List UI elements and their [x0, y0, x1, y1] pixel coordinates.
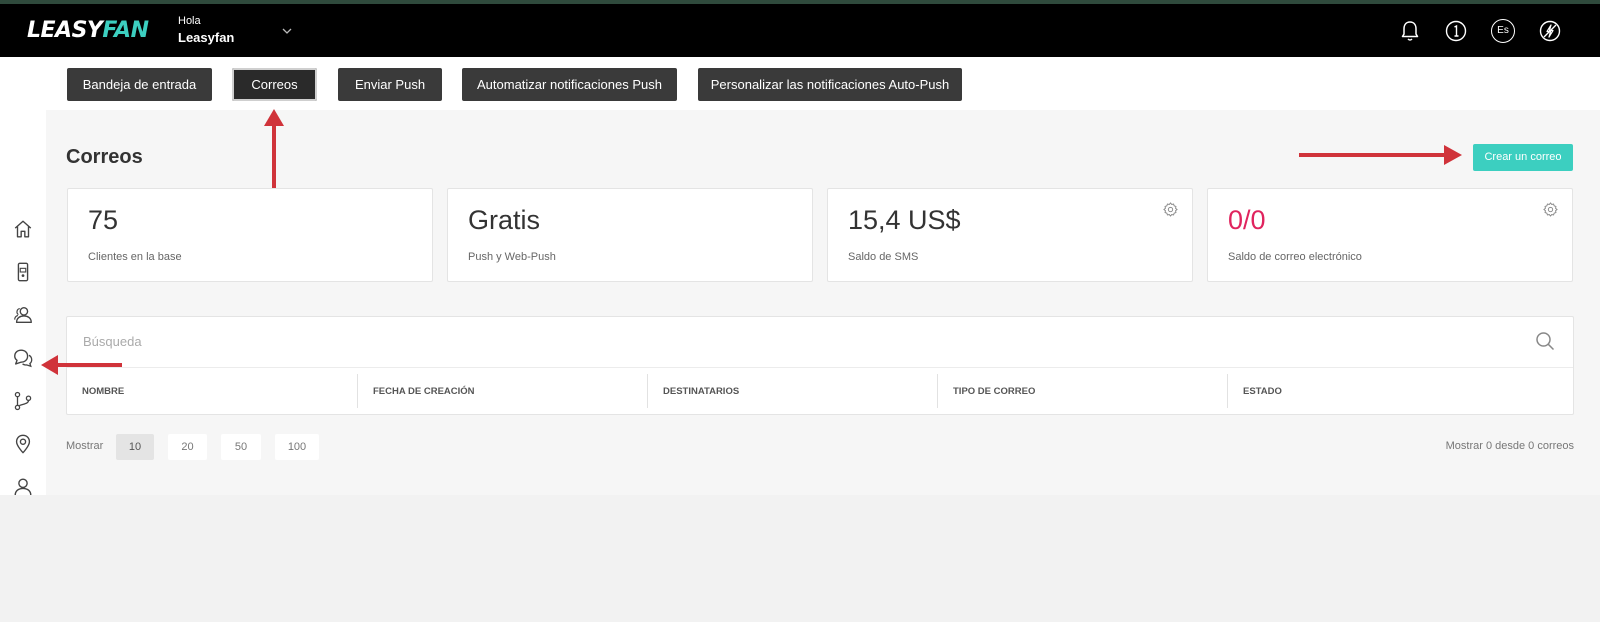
page-title: Correos	[66, 146, 143, 168]
stat-caption: Clientes en la base	[88, 251, 182, 263]
home-icon[interactable]	[12, 218, 34, 240]
left-sidebar	[0, 110, 46, 495]
messaging-tabs: Bandeja de entrada Correos Enviar Push A…	[0, 57, 1600, 110]
page-size-label: Mostrar	[66, 440, 104, 452]
stat-value: 75	[88, 205, 119, 235]
page-size-100[interactable]: 100	[275, 434, 319, 460]
leasyfan-logo[interactable]: LEASYFAN	[27, 18, 149, 43]
column-header-fecha-creacion[interactable]: FECHA DE CREACIÓN	[358, 368, 647, 416]
tab-bandeja-de-entrada[interactable]: Bandeja de entrada	[67, 68, 212, 101]
page-size-20[interactable]: 20	[168, 434, 207, 460]
column-header-tipo-correo[interactable]: TIPO DE CORREO	[938, 368, 1227, 416]
empty-area	[0, 495, 1600, 622]
top-navbar: LEASYFAN Hola Leasyfan Es	[0, 4, 1600, 57]
search-icon[interactable]	[1535, 331, 1555, 351]
stat-card-email: 0/0 Saldo de correo electrónico	[1207, 188, 1573, 282]
stat-value: Gratis	[468, 205, 541, 235]
users-icon[interactable]	[12, 304, 34, 326]
stat-caption: Push y Web-Push	[468, 251, 556, 263]
person-icon[interactable]	[12, 476, 34, 495]
tab-correos[interactable]: Correos	[232, 68, 317, 101]
greeting-text: Hola	[178, 15, 201, 27]
search-input[interactable]	[67, 317, 1527, 366]
chevron-down-icon[interactable]	[281, 25, 293, 37]
branch-icon[interactable]	[12, 390, 34, 412]
table-header: NOMBRE FECHA DE CREACIÓN DESTINATARIOS T…	[67, 367, 1573, 415]
stat-card-sms: 15,4 US$ Saldo de SMS	[827, 188, 1193, 282]
arrow-to-correos-tab	[264, 109, 284, 188]
stat-card-clients: 75 Clientes en la base	[67, 188, 433, 282]
column-header-nombre[interactable]: NOMBRE	[67, 368, 357, 416]
tab-personalizar-auto-push[interactable]: Personalizar las notificaciones Auto-Pus…	[698, 68, 962, 101]
gear-icon[interactable]	[1163, 202, 1178, 217]
page-size-50[interactable]: 50	[221, 434, 261, 460]
tab-automatizar-notificaciones-push[interactable]: Automatizar notificaciones Push	[462, 68, 677, 101]
chat-icon[interactable]	[12, 347, 34, 369]
bell-icon[interactable]	[1398, 19, 1422, 43]
gear-icon[interactable]	[1543, 202, 1558, 217]
column-header-estado[interactable]: ESTADO	[1228, 368, 1568, 416]
username: Leasyfan	[178, 30, 235, 45]
column-header-destinatarios[interactable]: DESTINATARIOS	[648, 368, 937, 416]
emails-table: NOMBRE FECHA DE CREACIÓN DESTINATARIOS T…	[66, 316, 1574, 415]
mobile-card-icon[interactable]	[12, 261, 34, 283]
no-flash-icon[interactable]	[1538, 19, 1562, 43]
stat-value: 15,4 US$	[848, 205, 961, 235]
location-pin-icon[interactable]	[12, 433, 34, 455]
create-email-button[interactable]: Crear un correo	[1473, 144, 1573, 171]
user-greeting: Hola Leasyfan	[178, 15, 234, 45]
stat-caption: Saldo de SMS	[848, 251, 919, 263]
stat-card-push: Gratis Push y Web-Push	[447, 188, 813, 282]
page-size-10[interactable]: 10	[116, 434, 154, 460]
info-icon[interactable]	[1444, 19, 1468, 43]
stat-value: 0/0	[1228, 205, 1266, 235]
tab-enviar-push[interactable]: Enviar Push	[338, 68, 442, 101]
results-count: Mostrar 0 desde 0 correos	[1445, 440, 1574, 452]
stat-caption: Saldo de correo electrónico	[1228, 251, 1362, 263]
language-icon[interactable]: Es	[1491, 19, 1515, 43]
arrow-to-create-button	[1299, 145, 1462, 165]
